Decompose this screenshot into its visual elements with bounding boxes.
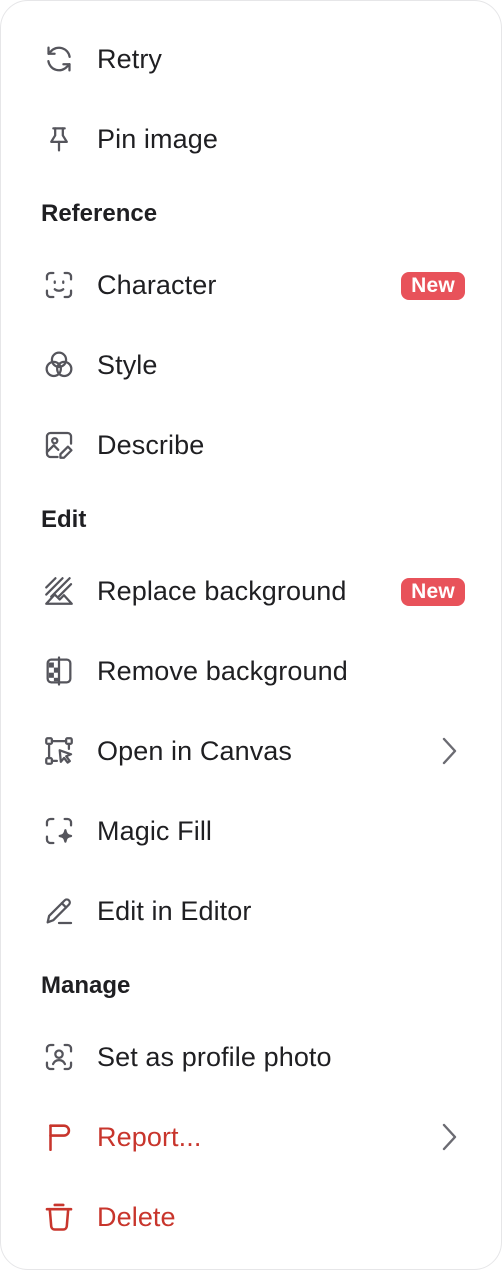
open-in-canvas-menu-item[interactable]: Open in Canvas (1, 711, 501, 791)
chevron-right-icon (437, 735, 461, 767)
flag-icon (41, 1119, 77, 1155)
retry-menu-item[interactable]: Retry (1, 19, 501, 99)
section-heading-reference: Reference (41, 200, 158, 227)
report-label: Report... (97, 1121, 202, 1152)
edit-in-editor-menu-item[interactable]: Edit in Editor (1, 871, 501, 951)
magic-fill-icon (41, 813, 77, 849)
open-in-canvas-label: Open in Canvas (97, 735, 293, 766)
pin-icon (41, 121, 77, 157)
chevron-right-icon (437, 1121, 461, 1153)
edit-in-editor-label: Edit in Editor (97, 895, 252, 926)
style-menu-item[interactable]: Style (1, 325, 501, 405)
image-edit-icon (41, 427, 77, 463)
pin-image-label: Pin image (97, 123, 218, 154)
set-as-profile-photo-menu-item[interactable]: Set as profile photo (1, 1017, 501, 1097)
remove-background-icon (41, 653, 77, 689)
new-badge: New (401, 578, 465, 606)
character-menu-item[interactable]: Character New (1, 245, 501, 325)
report-menu-item[interactable]: Report... (1, 1097, 501, 1177)
canvas-icon (41, 733, 77, 769)
trash-icon (41, 1199, 77, 1235)
new-badge: New (401, 272, 465, 300)
section-heading-manage: Manage (41, 972, 131, 999)
pencil-icon (41, 893, 77, 929)
section-heading-edit: Edit (41, 506, 87, 533)
style-label: Style (97, 349, 158, 380)
pin-image-menu-item[interactable]: Pin image (1, 99, 501, 179)
remove-background-menu-item[interactable]: Remove background (1, 631, 501, 711)
magic-fill-label: Magic Fill (97, 815, 213, 846)
remove-background-label: Remove background (97, 655, 348, 686)
replace-background-label: Replace background (97, 575, 347, 606)
face-scan-icon (41, 267, 77, 303)
style-circles-icon (41, 347, 77, 383)
replace-background-menu-item[interactable]: Replace background New (1, 551, 501, 631)
retry-label: Retry (97, 43, 163, 74)
describe-label: Describe (97, 429, 205, 460)
delete-label: Delete (97, 1201, 176, 1232)
character-label: Character (97, 269, 217, 300)
profile-scan-icon (41, 1039, 77, 1075)
replace-background-icon (41, 573, 77, 609)
refresh-icon (41, 41, 77, 77)
set-as-profile-photo-label: Set as profile photo (97, 1041, 332, 1072)
image-context-menu: Retry Pin image Reference Character New … (0, 0, 502, 1270)
describe-menu-item[interactable]: Describe (1, 405, 501, 485)
delete-menu-item[interactable]: Delete (1, 1177, 501, 1257)
magic-fill-menu-item[interactable]: Magic Fill (1, 791, 501, 871)
